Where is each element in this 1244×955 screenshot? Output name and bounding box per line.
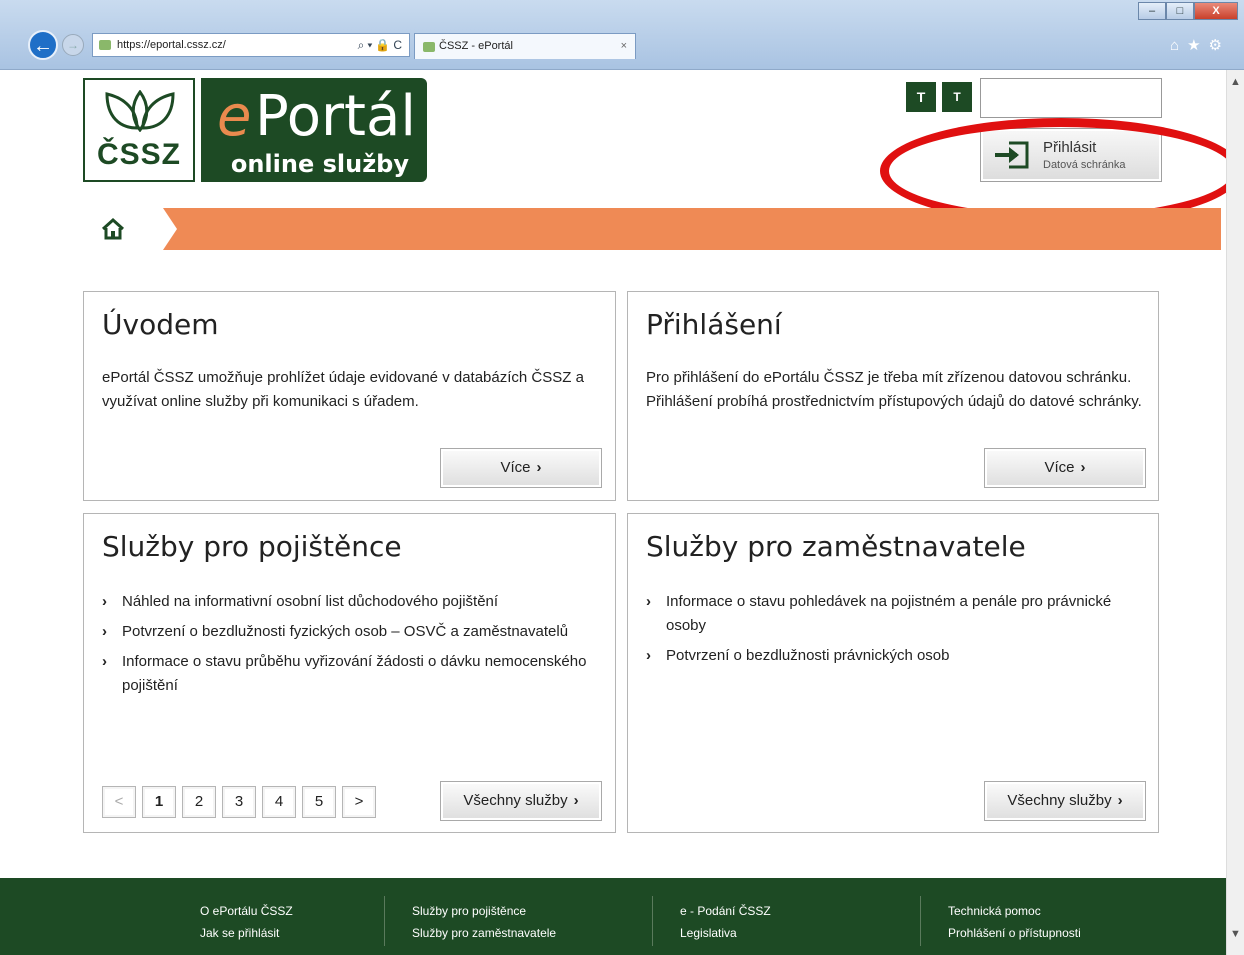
page: ČSSZ e Portál online služby T T Přihlási… bbox=[0, 70, 1242, 955]
tab-title: ČSSZ - ePortál bbox=[439, 40, 513, 52]
leaves-logo-icon bbox=[105, 90, 175, 132]
brand-portal: Portál bbox=[255, 84, 416, 149]
footer-link[interactable]: Služby pro zaměstnavatele bbox=[412, 922, 556, 944]
card-login: Přihlášení Pro přihlášení do ePortálu ČS… bbox=[627, 291, 1159, 501]
pagination: < 1 2 3 4 5 > bbox=[102, 786, 382, 818]
favicon-icon bbox=[423, 42, 435, 52]
footer-col-1: O ePortálu ČSSZ Jak se přihlásit bbox=[200, 900, 293, 944]
card-title: Služby pro zaměstnavatele bbox=[646, 530, 1026, 563]
scroll-down-icon[interactable]: ▼ bbox=[1227, 928, 1244, 945]
chevron-right-icon: › bbox=[1080, 459, 1086, 476]
card-title: Přihlášení bbox=[646, 308, 782, 341]
card-title: Služby pro pojištěnce bbox=[102, 530, 402, 563]
card-text: ePortál ČSSZ umožňuje prohlížet údaje ev… bbox=[102, 369, 584, 410]
brand-subtitle: online služby bbox=[230, 150, 409, 178]
list-item[interactable]: › Potvrzení o bezdlužnosti fyzických osob… bbox=[102, 620, 595, 644]
forward-arrow-icon[interactable]: → bbox=[62, 34, 84, 56]
chevron-right-icon: › bbox=[573, 792, 579, 809]
footer-link[interactable]: Jak se přihlásit bbox=[200, 922, 293, 944]
logo-text: ČSSZ bbox=[96, 138, 181, 171]
chevron-right-icon: › bbox=[102, 653, 107, 670]
pager-next-button[interactable]: > bbox=[342, 786, 376, 818]
home-favorites-settings-icons[interactable]: ⌂★⚙ bbox=[1170, 36, 1230, 54]
all-services-button[interactable]: Všechny služby › bbox=[440, 781, 602, 821]
footer-col-2: Služby pro pojištěnce Služby pro zaměstn… bbox=[412, 900, 556, 944]
all-services-label: Všechny služby bbox=[463, 792, 568, 809]
more-label: Více bbox=[500, 459, 531, 476]
chevron-right-icon: › bbox=[646, 647, 651, 664]
footer-link[interactable]: Technická pomoc bbox=[948, 900, 1081, 922]
card-intro: Úvodem ePortál ČSSZ umožňuje prohlížet ú… bbox=[83, 291, 616, 501]
eportal-logo[interactable]: e Portál online služby bbox=[201, 78, 427, 182]
browser-tab[interactable]: ČSSZ - ePortál × bbox=[414, 33, 636, 59]
footer-link[interactable]: O ePortálu ČSSZ bbox=[200, 900, 293, 922]
service-link[interactable]: Náhled na informativní osobní list důcho… bbox=[122, 593, 498, 610]
services-list: › Náhled na informativní osobní list důch… bbox=[102, 590, 595, 704]
minimize-button[interactable]: – bbox=[1138, 2, 1166, 20]
address-tools-icon[interactable]: ⌕▾🔒C bbox=[358, 34, 405, 56]
list-item[interactable]: › Potvrzení o bezdlužnosti právnických os… bbox=[646, 644, 1138, 668]
brand-e: e bbox=[217, 84, 252, 149]
all-services-button[interactable]: Všechny služby › bbox=[984, 781, 1146, 821]
more-button[interactable]: Více › bbox=[984, 448, 1146, 488]
breadcrumb bbox=[83, 208, 1221, 250]
footer-link[interactable]: e - Podání ČSSZ bbox=[680, 900, 771, 922]
card-title: Úvodem bbox=[102, 308, 219, 341]
services-list: › Informace o stavu pohledávek na pojistn… bbox=[646, 590, 1138, 674]
chevron-right-icon: › bbox=[646, 593, 651, 610]
pager-page-1[interactable]: 1 bbox=[142, 786, 176, 818]
tab-close-icon[interactable]: × bbox=[621, 34, 627, 58]
card-employer-services: Služby pro zaměstnavatele › Informace o s… bbox=[627, 513, 1159, 833]
pager-page-5[interactable]: 5 bbox=[302, 786, 336, 818]
list-item[interactable]: › Informace o stavu průběhu vyřizování žá… bbox=[102, 650, 595, 698]
pager-page-3[interactable]: 3 bbox=[222, 786, 256, 818]
all-services-label: Všechny služby bbox=[1007, 792, 1112, 809]
footer-link[interactable]: Služby pro pojištěnce bbox=[412, 900, 556, 922]
text-size-large-button[interactable]: T bbox=[942, 82, 972, 112]
more-label: Více bbox=[1044, 459, 1075, 476]
maximize-button[interactable]: □ bbox=[1166, 2, 1194, 20]
chevron-right-icon: › bbox=[536, 459, 542, 476]
address-url: https://eportal.cssz.cz/ bbox=[117, 39, 226, 51]
address-bar[interactable]: https://eportal.cssz.cz/ ⌕▾🔒C bbox=[92, 33, 410, 57]
card-insured-services: Služby pro pojištěnce › Náhled na informa… bbox=[83, 513, 616, 833]
favicon-icon bbox=[99, 40, 111, 50]
search-input[interactable] bbox=[980, 78, 1162, 118]
close-window-button[interactable]: X bbox=[1194, 2, 1238, 20]
footer-col-3: e - Podání ČSSZ Legislativa bbox=[680, 900, 771, 944]
service-link[interactable]: Potvrzení o bezdlužnosti právnických oso… bbox=[666, 647, 949, 664]
list-item[interactable]: › Informace o stavu pohledávek na pojistn… bbox=[646, 590, 1138, 638]
window-controls: – □ X bbox=[1138, 2, 1238, 22]
pager-prev-button[interactable]: < bbox=[102, 786, 136, 818]
service-link[interactable]: Informace o stavu průběhu vyřizování žád… bbox=[122, 653, 586, 694]
browser-chrome: – □ X ← → https://eportal.cssz.cz/ ⌕▾🔒C … bbox=[0, 0, 1244, 70]
breadcrumb-home[interactable] bbox=[83, 208, 177, 250]
footer-divider bbox=[652, 896, 653, 946]
vertical-scrollbar[interactable]: ▲ ▼ bbox=[1226, 70, 1244, 955]
chevron-right-icon: › bbox=[1117, 792, 1123, 809]
more-button[interactable]: Více › bbox=[440, 448, 602, 488]
back-arrow-icon[interactable]: ← bbox=[28, 30, 58, 60]
footer-link[interactable]: Legislativa bbox=[680, 922, 771, 944]
pager-page-4[interactable]: 4 bbox=[262, 786, 296, 818]
pager-page-2[interactable]: 2 bbox=[182, 786, 216, 818]
service-link[interactable]: Informace o stavu pohledávek na pojistné… bbox=[666, 593, 1111, 634]
cssz-logo[interactable]: ČSSZ bbox=[83, 78, 195, 182]
footer-col-4: Technická pomoc Prohlášení o přístupnost… bbox=[948, 900, 1081, 944]
home-icon bbox=[101, 217, 125, 240]
chevron-right-icon: › bbox=[102, 593, 107, 610]
footer: O ePortálu ČSSZ Jak se přihlásit Služby … bbox=[0, 878, 1226, 955]
chevron-right-icon: › bbox=[102, 623, 107, 640]
service-link[interactable]: Potvrzení o bezdlužnosti fyzických osob … bbox=[122, 623, 568, 640]
card-text: Pro přihlášení do ePortálu ČSSZ je třeba… bbox=[646, 369, 1142, 410]
footer-divider bbox=[920, 896, 921, 946]
list-item[interactable]: › Náhled na informativní osobní list důch… bbox=[102, 590, 595, 614]
text-size-small-button[interactable]: T bbox=[906, 82, 936, 112]
footer-link[interactable]: Prohlášení o přístupnosti bbox=[948, 922, 1081, 944]
scroll-up-icon[interactable]: ▲ bbox=[1227, 76, 1244, 93]
footer-divider bbox=[384, 896, 385, 946]
